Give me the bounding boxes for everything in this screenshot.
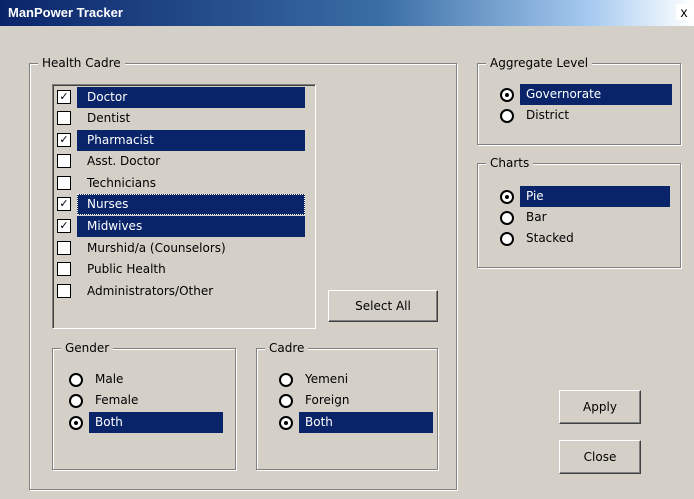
cadre-option-yemeni[interactable]: Yemeni bbox=[279, 369, 429, 390]
stacked-radio[interactable] bbox=[500, 232, 514, 246]
technicians-checkbox[interactable] bbox=[57, 176, 71, 190]
radio-label: District bbox=[526, 108, 570, 122]
cadre-legend: Cadre bbox=[265, 341, 309, 355]
radio-label: Foreign bbox=[305, 393, 350, 407]
female-radio[interactable] bbox=[69, 394, 83, 408]
list-item-nurses[interactable]: ✓ Nurses bbox=[53, 194, 315, 215]
list-item-label: Technicians bbox=[87, 176, 156, 190]
list-item-label: Murshid/a (Counselors) bbox=[87, 241, 226, 255]
charts-legend: Charts bbox=[486, 156, 534, 170]
close-window-button[interactable]: x bbox=[676, 4, 692, 20]
radio-label: Governorate bbox=[520, 84, 672, 105]
list-item-label: Pharmacist bbox=[77, 130, 305, 151]
list-item-asst-doctor[interactable]: Asst. Doctor bbox=[53, 151, 315, 172]
charts-group: Charts Pie Bar Stacked bbox=[477, 156, 681, 268]
radio-label: Stacked bbox=[526, 231, 574, 245]
dentist-checkbox[interactable] bbox=[57, 111, 71, 125]
radio-label: Both bbox=[89, 412, 223, 433]
list-item-label: Asst. Doctor bbox=[87, 154, 161, 168]
cadre-option-both[interactable]: Both bbox=[279, 412, 433, 433]
aggregate-level-group: Aggregate Level Governorate District bbox=[477, 56, 681, 145]
aggregate-option-governorate[interactable]: Governorate bbox=[500, 84, 672, 105]
aggregate-level-legend: Aggregate Level bbox=[486, 56, 593, 70]
both-radio[interactable] bbox=[279, 416, 293, 430]
radio-label: Yemeni bbox=[305, 372, 349, 386]
radio-label: Female bbox=[95, 393, 139, 407]
health-cadre-list[interactable]: ✓ Doctor Dentist ✓ Pharmacist Asst. Doct… bbox=[52, 84, 316, 329]
list-item-public-health[interactable]: Public Health bbox=[53, 259, 315, 280]
doctor-checkbox[interactable]: ✓ bbox=[57, 90, 71, 104]
radio-label: Bar bbox=[526, 210, 547, 224]
administrators-checkbox[interactable] bbox=[57, 284, 71, 298]
radio-label: Pie bbox=[520, 186, 670, 207]
list-item-label: Administrators/Other bbox=[87, 284, 214, 298]
governorate-radio[interactable] bbox=[500, 88, 514, 102]
asst-doctor-checkbox[interactable] bbox=[57, 154, 71, 168]
public-health-checkbox[interactable] bbox=[57, 262, 71, 276]
close-button[interactable]: Close bbox=[559, 440, 641, 474]
list-item-label: Nurses bbox=[77, 194, 305, 215]
pharmacist-checkbox[interactable]: ✓ bbox=[57, 133, 71, 147]
gender-option-male[interactable]: Male bbox=[69, 369, 229, 390]
list-item-administrators[interactable]: Administrators/Other bbox=[53, 281, 315, 302]
gender-legend: Gender bbox=[61, 341, 114, 355]
list-item-label: Dentist bbox=[87, 111, 131, 125]
list-item-midwives[interactable]: ✓ Midwives bbox=[53, 216, 315, 237]
midwives-checkbox[interactable]: ✓ bbox=[57, 219, 71, 233]
list-item-pharmacist[interactable]: ✓ Pharmacist bbox=[53, 130, 315, 151]
title-bar: ManPower Tracker x bbox=[0, 0, 694, 26]
both-radio[interactable] bbox=[69, 416, 83, 430]
cadre-option-foreign[interactable]: Foreign bbox=[279, 390, 429, 411]
gender-option-female[interactable]: Female bbox=[69, 390, 229, 411]
chart-option-stacked[interactable]: Stacked bbox=[500, 228, 676, 249]
list-item-dentist[interactable]: Dentist bbox=[53, 108, 315, 129]
foreign-radio[interactable] bbox=[279, 394, 293, 408]
aggregate-option-district[interactable]: District bbox=[500, 105, 672, 126]
murshid-checkbox[interactable] bbox=[57, 241, 71, 255]
apply-button[interactable]: Apply bbox=[559, 390, 641, 424]
yemeni-radio[interactable] bbox=[279, 373, 293, 387]
window-title: ManPower Tracker bbox=[8, 5, 123, 20]
list-item-label: Public Health bbox=[87, 262, 166, 276]
radio-label: Both bbox=[299, 412, 433, 433]
chart-option-bar[interactable]: Bar bbox=[500, 207, 676, 228]
radio-label: Male bbox=[95, 372, 124, 386]
list-item-label: Doctor bbox=[77, 87, 305, 108]
pie-radio[interactable] bbox=[500, 190, 514, 204]
chart-option-pie[interactable]: Pie bbox=[500, 186, 676, 207]
health-cadre-group: Health Cadre ✓ Doctor Dentist ✓ Pharmaci… bbox=[29, 56, 457, 490]
list-item-technicians[interactable]: Technicians bbox=[53, 173, 315, 194]
list-item-doctor[interactable]: ✓ Doctor bbox=[53, 87, 315, 108]
district-radio[interactable] bbox=[500, 109, 514, 123]
male-radio[interactable] bbox=[69, 373, 83, 387]
health-cadre-legend: Health Cadre bbox=[38, 56, 125, 70]
gender-group: Gender Male Female Both bbox=[52, 341, 236, 470]
bar-radio[interactable] bbox=[500, 211, 514, 225]
list-item-label: Midwives bbox=[77, 216, 305, 237]
list-item-murshid[interactable]: Murshid/a (Counselors) bbox=[53, 238, 315, 259]
cadre-group: Cadre Yemeni Foreign Both bbox=[256, 341, 438, 470]
select-all-button[interactable]: Select All bbox=[328, 290, 438, 322]
gender-option-both[interactable]: Both bbox=[69, 412, 229, 433]
nurses-checkbox[interactable]: ✓ bbox=[57, 197, 71, 211]
